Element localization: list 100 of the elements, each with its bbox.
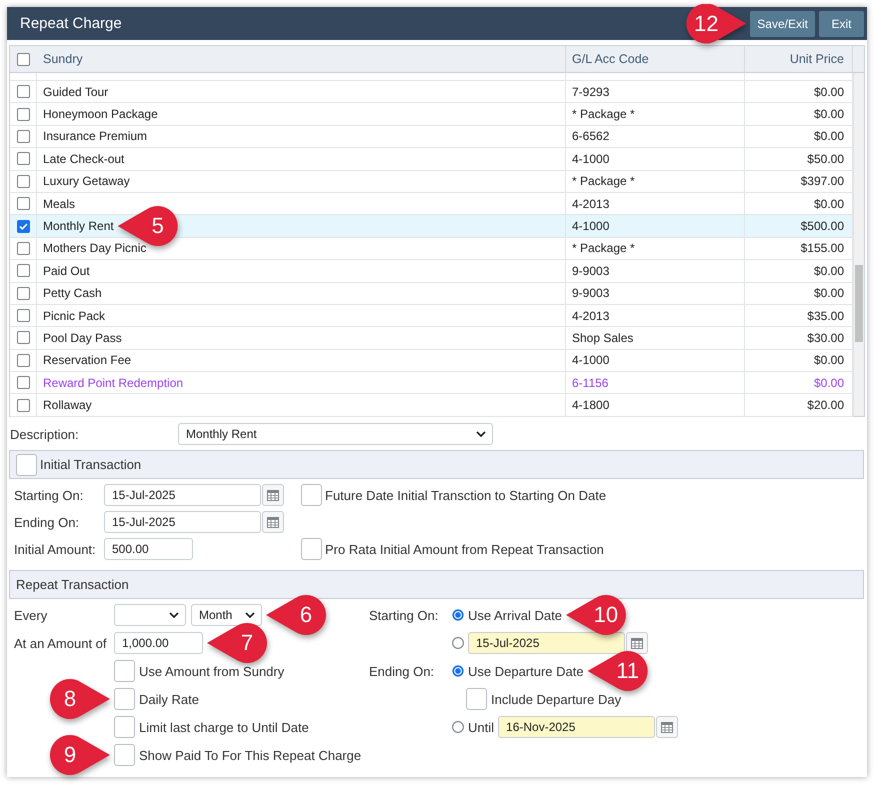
checkbox[interactable]	[16, 130, 30, 143]
unit-price: $500.00	[800, 219, 844, 234]
checkbox-label[interactable]: Use Amount from Sundry	[139, 664, 284, 678]
table-row[interactable]: Guided Tour 7-9293 $0.00	[10, 81, 853, 104]
date-field[interactable]: 16-Nov-2025	[498, 716, 656, 738]
calendar-icon	[661, 722, 674, 732]
checkbox[interactable]	[16, 454, 37, 476]
field-label: Every	[14, 608, 48, 622]
table-row[interactable]: Meals 4-2013 $0.00	[10, 192, 853, 216]
scrollbar[interactable]	[853, 73, 864, 416]
calendar-button[interactable]	[262, 511, 284, 533]
calendar-button[interactable]	[626, 632, 648, 654]
checkbox[interactable]	[16, 354, 30, 367]
checkbox[interactable]	[466, 688, 487, 710]
table-row[interactable]: Picnic Pack 4-2013 $35.00	[10, 304, 853, 328]
table-row[interactable]: Insurance Premium 6-6562 $0.00	[10, 126, 853, 148]
amount-field[interactable]: 1,000.00	[114, 632, 203, 654]
calendar-button[interactable]	[656, 716, 678, 738]
unit-price: $20.00	[807, 398, 844, 412]
account-code: * Package *	[572, 107, 635, 122]
dialog-button[interactable]: Exit	[819, 10, 864, 36]
date-field[interactable]: 15-Jul-2025	[468, 632, 625, 654]
account-code: 4-1000	[572, 152, 610, 166]
checkbox-label[interactable]: Limit last charge to Until Date	[139, 720, 309, 734]
radio-button[interactable]	[452, 665, 464, 677]
checkbox-label[interactable]: Daily Rate	[139, 692, 199, 706]
table-row[interactable]: Honeymoon Package * Package * $0.00	[10, 103, 853, 126]
table-row[interactable]: Luxury Getaway * Package * $397.00	[10, 170, 853, 193]
dialog-button[interactable]: Save/Exit	[750, 10, 815, 36]
table-row[interactable]: Pool Day Pass Shop Sales $30.00	[10, 327, 853, 350]
step-callout: 6	[266, 595, 326, 635]
account-code: 9-9003	[572, 286, 610, 300]
scrollbar-thumb[interactable]	[855, 265, 863, 342]
column-header[interactable]: Sundry	[43, 52, 83, 66]
chevron-down-icon	[245, 612, 255, 618]
checkbox-label[interactable]: Future Date Initial Transction to Starting On Date	[325, 488, 606, 502]
checkbox-label[interactable]: Show Paid To For This Repeat Charge	[139, 748, 362, 762]
dropdown[interactable]: Month	[191, 604, 262, 626]
checkbox[interactable]	[114, 716, 135, 738]
column-header[interactable]: G/L Acc Code	[572, 52, 649, 66]
table-row[interactable]: Reservation Fee 4-1000 $0.00	[10, 350, 853, 372]
step-callout: 8	[50, 679, 110, 719]
radio-label[interactable]: Until	[468, 720, 494, 734]
date-field[interactable]: 15-Jul-2025	[104, 484, 261, 506]
table-row[interactable]: Rollaway 4-1800 $20.00	[10, 394, 853, 417]
checkbox[interactable]	[301, 484, 322, 506]
calendar-icon	[267, 490, 279, 500]
account-code: 7-9293	[572, 84, 610, 99]
sundry-name: Pool Day Pass	[43, 330, 122, 345]
checkbox[interactable]	[16, 174, 30, 188]
checkbox[interactable]	[16, 286, 30, 300]
checkbox[interactable]	[16, 309, 30, 322]
radio-button[interactable]	[452, 609, 464, 621]
checkbox[interactable]	[17, 52, 30, 66]
radio-button[interactable]	[452, 721, 464, 733]
checkbox[interactable]	[114, 660, 135, 682]
chevron-down-icon	[169, 612, 179, 618]
account-code: 4-1000	[572, 353, 610, 368]
sundry-name: Late Check-out	[43, 152, 124, 166]
radio-label[interactable]: Use Departure Date	[468, 664, 584, 678]
checkbox-label[interactable]: Include Departure Day	[491, 692, 622, 706]
checkbox-label[interactable]: Pro Rata Initial Amount from Repeat Transaction	[325, 542, 604, 556]
radio-label[interactable]: Use Arrival Date	[468, 608, 562, 622]
step-callout: 9	[50, 735, 110, 775]
column-header[interactable]: Unit Price	[790, 52, 844, 66]
checkbox[interactable]	[16, 197, 30, 210]
unit-price: $30.00	[807, 330, 844, 345]
table-row[interactable]: Petty Cash 9-9003 $0.00	[10, 282, 853, 305]
checkbox[interactable]	[16, 152, 30, 166]
checkbox[interactable]	[16, 376, 30, 390]
checkbox[interactable]	[16, 264, 30, 278]
sundry-name: Petty Cash	[43, 286, 102, 300]
table-row[interactable]: Paid Out 9-9003 $0.00	[10, 260, 853, 283]
calendar-button[interactable]	[262, 484, 284, 506]
checkbox[interactable]	[16, 242, 30, 255]
unit-price: $155.00	[800, 241, 844, 256]
unit-price: $0.00	[814, 107, 844, 122]
chevron-down-icon	[476, 431, 486, 437]
unit-price: $0.00	[814, 264, 844, 278]
date-field[interactable]: 15-Jul-2025	[104, 511, 261, 533]
checkbox[interactable]	[114, 688, 135, 710]
table-row[interactable]: Reward Point Redemption 6-1156 $0.00	[10, 372, 853, 394]
amount-field[interactable]: 500.00	[104, 538, 193, 560]
sundry-name: Reservation Fee	[43, 353, 132, 368]
field-label: Ending On:	[369, 664, 436, 678]
sundry-name: Guided Tour	[43, 84, 108, 99]
dropdown[interactable]: Monthly Rent	[178, 423, 493, 445]
radio-button[interactable]	[452, 637, 464, 649]
sundry-name: Picnic Pack	[43, 308, 106, 323]
table-row[interactable]: Late Check-out 4-1000 $50.00	[10, 148, 853, 171]
checkbox[interactable]	[301, 538, 322, 560]
checkbox[interactable]	[114, 744, 135, 766]
checkbox[interactable]	[16, 331, 30, 344]
account-code: * Package *	[572, 241, 635, 256]
checkbox[interactable]	[16, 85, 30, 98]
checkbox[interactable]	[16, 220, 30, 233]
unit-price: $0.00	[814, 376, 844, 390]
sundry-name: Monthly Rent	[43, 219, 114, 234]
checkbox[interactable]	[16, 108, 30, 121]
checkbox[interactable]	[16, 398, 30, 412]
